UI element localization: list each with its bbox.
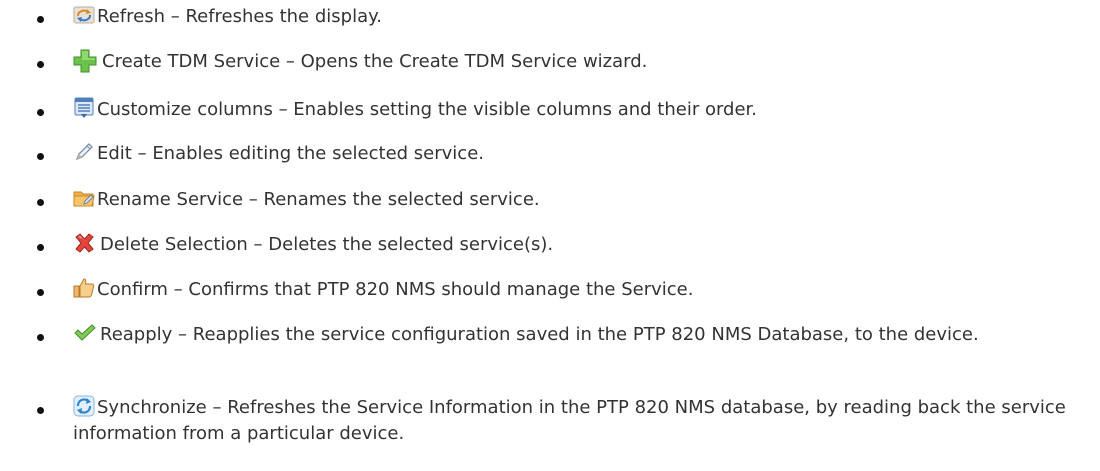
item-label: Synchronize (97, 397, 207, 418)
delete-x-icon (73, 232, 98, 254)
item-description: Deletes the selected service(s). (268, 234, 554, 255)
bullet (37, 199, 44, 206)
bullet (37, 334, 44, 341)
pencil-icon (73, 141, 95, 163)
checkmark-icon (73, 322, 98, 344)
item-separator: – (247, 234, 269, 255)
item-description: Reapplies the service configuration save… (192, 324, 979, 345)
item-label: Reapply (100, 324, 173, 345)
item-label: Customize columns (97, 99, 273, 120)
item-separator: – (172, 324, 193, 345)
item-description: Enables editing the selected service. (152, 143, 485, 164)
bullet (37, 407, 44, 414)
item-description: Confirms that PTP 820 NMS should manage … (188, 279, 694, 300)
item-label: Edit (97, 143, 132, 164)
refresh-icon (73, 4, 95, 26)
item-separator: – (206, 397, 228, 418)
item-description: Refreshes the display. (185, 6, 382, 27)
item-separator: – (243, 189, 264, 210)
item-description: Renames the selected service. (263, 189, 540, 210)
bullet (37, 61, 44, 68)
plus-icon (73, 49, 100, 73)
columns-icon (73, 97, 95, 119)
item-separator: – (280, 51, 301, 72)
bullet (37, 153, 44, 160)
bullet (37, 16, 44, 23)
item-description: Opens the Create TDM Service wizard. (300, 51, 648, 72)
item-label: Refresh (97, 6, 165, 27)
item-label: Delete Selection (100, 234, 248, 255)
item-separator: – (164, 6, 186, 27)
item-label: Confirm (97, 279, 168, 300)
bullet (37, 244, 44, 251)
item-label: Rename Service (97, 189, 244, 210)
synchronize-icon (73, 395, 95, 417)
bullet (37, 289, 44, 296)
bullet (37, 109, 44, 116)
item-separator: – (272, 99, 294, 120)
thumbs-up-icon (73, 277, 95, 299)
item-description: Enables setting the visible columns and … (293, 99, 758, 120)
item-separator: – (131, 143, 153, 164)
item-label: Create TDM Service (102, 51, 281, 72)
folder-rename-icon (73, 187, 95, 209)
item-separator: – (167, 279, 189, 300)
